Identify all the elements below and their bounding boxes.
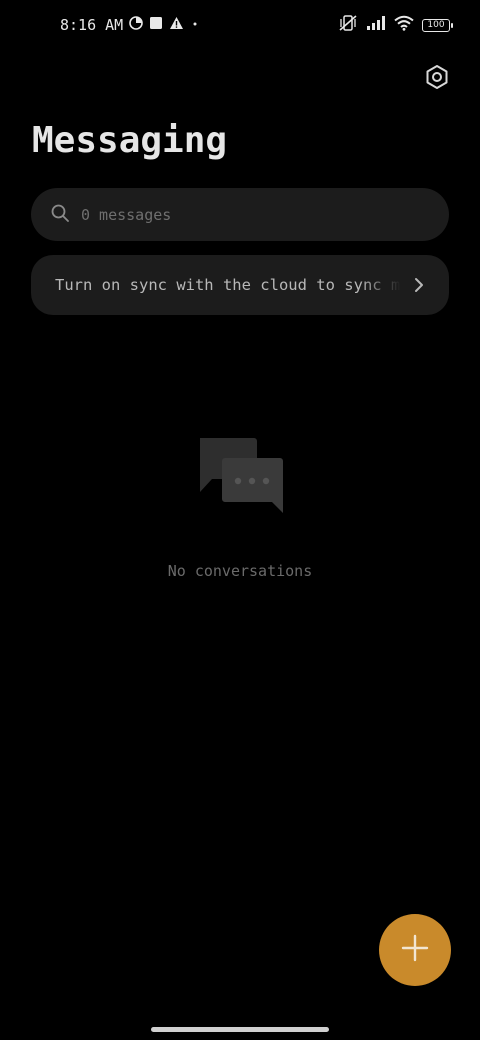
empty-state-text: No conversations [167,562,313,580]
sync-banner-text: Turn on sync with the cloud to sync mess… [55,276,401,294]
status-left: 8:16 AM [60,16,200,34]
page-title: Messaging [32,120,228,161]
signal-icon [366,15,386,35]
vibrate-off-icon [338,14,358,36]
battery-icon: 100 [422,18,453,32]
data-saver-icon [129,16,144,34]
status-bar: 8:16 AM 100 [0,0,480,56]
settings-hex-icon [424,64,450,94]
settings-button[interactable] [420,62,454,96]
plus-icon [400,933,430,967]
battery-level: 100 [427,20,445,30]
warning-icon [169,16,184,34]
sync-banner[interactable]: Turn on sync with the cloud to sync mess… [31,255,449,315]
square-notification-icon [149,16,163,34]
search-bar[interactable] [31,188,449,241]
status-time: 8:16 AM [60,16,124,34]
chevron-right-icon [409,275,429,295]
new-conversation-button[interactable] [379,914,451,986]
search-icon [51,204,69,226]
search-input[interactable] [81,205,401,224]
status-right: 100 [338,14,453,36]
wifi-icon [394,15,414,35]
home-indicator[interactable] [151,1027,329,1032]
chat-bubbles-icon [196,436,286,516]
dot-icon [190,16,200,34]
